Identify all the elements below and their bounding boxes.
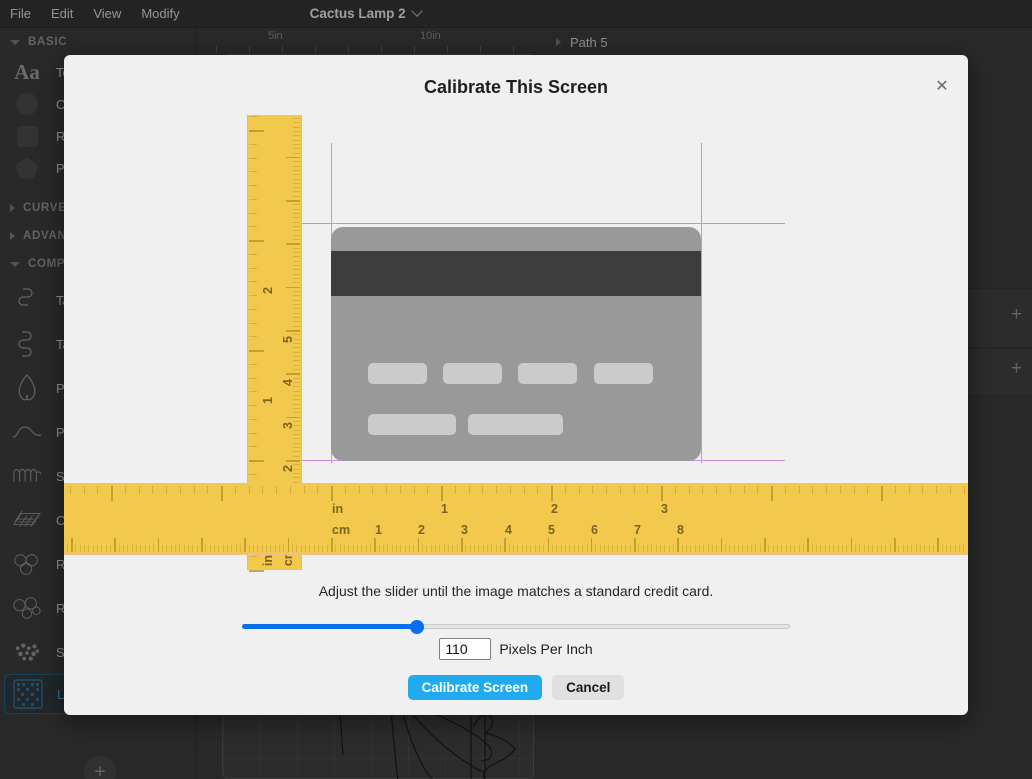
guide-horizontal-top — [247, 223, 785, 224]
ppi-row: Pixels Per Inch — [64, 638, 968, 660]
close-icon[interactable]: ✕ — [932, 77, 952, 97]
hruler-cm-1: 1 — [375, 523, 382, 537]
hruler-in-1: 1 — [441, 502, 448, 516]
vruler-cm-3: 3 — [281, 422, 295, 429]
vruler-cm-4: 4 — [281, 379, 295, 386]
ppi-label: Pixels Per Inch — [499, 641, 593, 657]
slider-thumb[interactable] — [410, 620, 424, 634]
calibrate-screen-button[interactable]: Calibrate Screen — [407, 675, 543, 700]
calibration-horizontal-ruler: in 1 2 3 cm 1 2 3 4 5 6 7 8 — [64, 483, 968, 555]
hruler-cm-2: 2 — [418, 523, 425, 537]
card-number-bar — [594, 363, 653, 384]
dialog-title: Calibrate This Screen — [423, 77, 609, 97]
hruler-unit-in: in — [332, 502, 344, 516]
vruler-cm-2: 2 — [281, 465, 295, 472]
application-window: File Edit View Modify Cactus Lamp 2 BASI… — [0, 0, 1032, 779]
card-name-bar — [468, 414, 563, 435]
hruler-cm-4: 4 — [505, 523, 512, 537]
card-name-bar — [368, 414, 456, 435]
vruler-cm-5: 5 — [281, 336, 295, 343]
hruler-unit-cm: cm — [332, 523, 351, 537]
ppi-input[interactable] — [439, 638, 492, 660]
calibrate-screen-dialog: Calibrate This Screen ✕ in 1 2 cm 1 2 3 — [64, 55, 968, 715]
vruler-in-2: 2 — [261, 287, 275, 294]
credit-card-preview — [331, 227, 701, 461]
vruler-in-1: 1 — [261, 397, 275, 404]
hruler-cm-7: 7 — [634, 523, 641, 537]
hruler-cm-3: 3 — [461, 523, 468, 537]
card-magnetic-stripe — [331, 251, 701, 296]
hruler-cm-6: 6 — [591, 523, 598, 537]
hruler-in-3: 3 — [661, 502, 668, 516]
slider-fill — [242, 624, 418, 629]
guide-vertical-right — [701, 143, 702, 463]
cancel-button[interactable]: Cancel — [552, 675, 625, 700]
card-number-bar — [443, 363, 502, 384]
vruler-unit-in: in — [261, 554, 275, 566]
hruler-cm-5: 5 — [548, 523, 555, 537]
card-number-bar — [368, 363, 427, 384]
calibration-hint: Adjust the slider until the image matche… — [318, 583, 714, 599]
card-number-bar — [518, 363, 577, 384]
ppi-slider[interactable] — [242, 618, 790, 636]
dialog-button-row: Calibrate Screen Cancel — [64, 675, 968, 700]
hruler-cm-8: 8 — [677, 523, 684, 537]
hruler-in-2: 2 — [551, 502, 558, 516]
